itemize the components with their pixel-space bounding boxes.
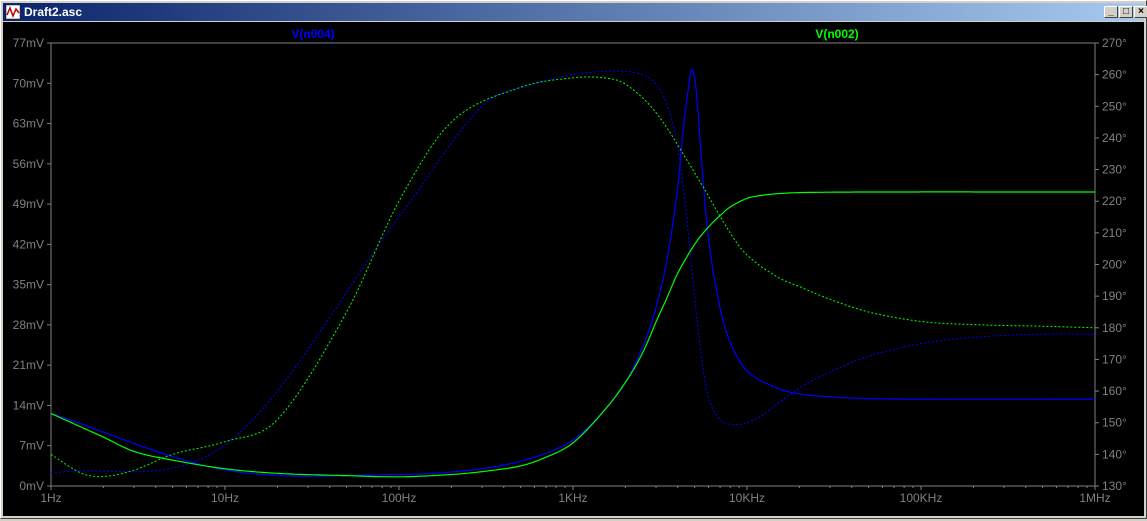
right-tick-label: 140° (1102, 447, 1127, 461)
x-tick-label: 1Hz (40, 491, 61, 505)
x-tick-label: 10Hz (211, 491, 239, 505)
left-tick-label: 28mV (13, 318, 44, 332)
v-n002-magnitude-line (50, 191, 1095, 478)
legend-v-n004: V(n004) (291, 27, 334, 41)
x-tick-label: 100Hz (382, 491, 417, 505)
waveform-chart[interactable]: 1Hz 10Hz 100Hz 1KHz 10KHz 100KHz 1MHz 0mV 7mV 14m… (3, 22, 1144, 516)
right-tick-label: 230° (1102, 163, 1127, 177)
app-window: Draft2.asc _ □ × 1Hz 10Hz 100Hz 1KHz 10KHz 10… (0, 0, 1147, 519)
right-tick-label: 190° (1102, 289, 1127, 303)
minimize-button[interactable]: _ (1104, 6, 1118, 18)
right-tick-label: 160° (1102, 384, 1127, 398)
right-tick-label: 250° (1102, 99, 1127, 113)
right-tick-label: 200° (1102, 258, 1127, 272)
left-tick-label: 35mV (13, 278, 44, 292)
plot-pane[interactable]: 1Hz 10Hz 100Hz 1KHz 10KHz 100KHz 1MHz 0mV 7mV 14m… (3, 22, 1144, 516)
right-tick-label: 260° (1102, 68, 1127, 82)
x-tick-label: 1MHz (1079, 491, 1110, 505)
v-n004-phase-line (50, 70, 1095, 474)
left-tick-label: 56mV (13, 157, 44, 171)
left-tick-label: 42mV (13, 237, 44, 251)
left-tick-label: 70mV (13, 76, 44, 90)
v-n004-magnitude-line (50, 68, 1095, 477)
v-n002-phase-line (50, 76, 1096, 478)
right-tick-label: 270° (1102, 36, 1127, 50)
left-tick-label: 49mV (13, 197, 44, 211)
right-tick-label: 240° (1102, 131, 1127, 145)
left-tick-label: 0mV (19, 479, 44, 493)
left-tick-label: 7mV (19, 439, 44, 453)
left-tick-label: 63mV (13, 117, 44, 131)
left-tick-label: 77mV (13, 36, 44, 50)
left-tick-label: 21mV (13, 358, 44, 372)
right-tick-label: 210° (1102, 226, 1127, 240)
x-tick-label: 10KHz (729, 491, 765, 505)
right-tick-label: 130° (1102, 479, 1127, 493)
left-tick-label: 14mV (13, 398, 44, 412)
plot-frame (50, 42, 1096, 487)
title-bar[interactable]: Draft2.asc _ □ × (3, 3, 1147, 21)
close-button[interactable]: × (1134, 6, 1147, 18)
right-tick-label: 150° (1102, 416, 1127, 430)
right-tick-label: 220° (1102, 194, 1127, 208)
waveform-icon (6, 5, 20, 19)
x-tick-label: 100KHz (900, 491, 943, 505)
legend-v-n002: V(n002) (815, 27, 858, 41)
maximize-button[interactable]: □ (1119, 6, 1133, 18)
right-tick-label: 180° (1102, 321, 1127, 335)
right-tick-label: 170° (1102, 352, 1127, 366)
x-tick-label: 1KHz (558, 491, 587, 505)
window-title: Draft2.asc (24, 5, 83, 19)
